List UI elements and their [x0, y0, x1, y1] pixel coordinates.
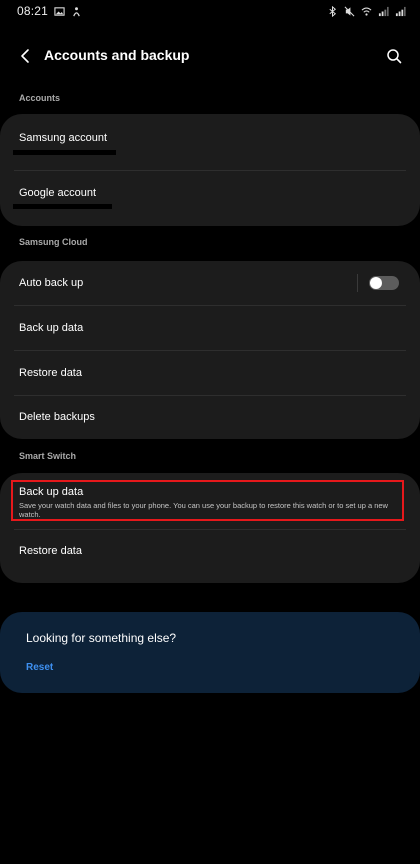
- cloud-restore-data-label: Restore data: [19, 367, 82, 379]
- smart-switch-back-up-data-item[interactable]: Back up data Save your watch data and fi…: [0, 473, 420, 529]
- back-button[interactable]: [13, 44, 37, 68]
- delete-backups-label: Delete backups: [19, 411, 95, 423]
- google-account-label: Google account: [19, 187, 97, 199]
- reset-link[interactable]: Reset: [26, 662, 53, 673]
- toggle-knob: [370, 277, 382, 289]
- notification-icon: [71, 6, 82, 17]
- smart-switch-restore-data-item[interactable]: Restore data: [0, 530, 420, 583]
- toggle-divider: [357, 274, 358, 292]
- section-header-smart-switch: Smart Switch: [19, 451, 77, 461]
- smart-switch-card: Back up data Save your watch data and fi…: [0, 473, 420, 583]
- status-bar: 08:21: [0, 0, 420, 22]
- redacted-email: [13, 150, 116, 155]
- highlight-box: [11, 480, 404, 521]
- samsung-cloud-card: Auto back up Back up data Restore data D…: [0, 261, 420, 439]
- bluetooth-icon: [327, 5, 338, 17]
- cloud-restore-data-item[interactable]: Restore data: [0, 351, 420, 395]
- search-button[interactable]: [382, 44, 406, 68]
- samsung-account-label: Samsung account: [19, 132, 108, 144]
- google-account-item[interactable]: Google account: [0, 170, 420, 226]
- section-header-samsung-cloud: Samsung Cloud: [19, 237, 88, 247]
- auto-back-up-label: Auto back up: [19, 277, 84, 289]
- wifi-icon: [361, 6, 372, 17]
- suggestion-card: Looking for something else? Reset: [0, 612, 420, 693]
- mute-icon: [344, 6, 355, 17]
- cloud-back-up-data-label: Back up data: [19, 322, 84, 334]
- smart-switch-restore-data-label: Restore data: [19, 545, 82, 557]
- gallery-icon: [54, 6, 65, 17]
- signal-icon-2: [395, 6, 406, 17]
- cloud-back-up-data-item[interactable]: Back up data: [0, 306, 420, 350]
- status-time: 08:21: [17, 4, 49, 18]
- status-right: [327, 5, 406, 17]
- search-icon: [386, 48, 402, 64]
- status-left: 08:21: [17, 4, 82, 18]
- section-header-accounts: Accounts: [19, 93, 61, 103]
- auto-back-up-item[interactable]: Auto back up: [0, 261, 420, 305]
- app-bar: Accounts and backup: [0, 38, 420, 74]
- signal-icon: [378, 6, 389, 17]
- suggestion-title: Looking for something else?: [26, 631, 177, 645]
- page-title: Accounts and backup: [44, 47, 190, 63]
- auto-back-up-toggle[interactable]: [369, 276, 399, 290]
- back-arrow-icon: [17, 48, 33, 64]
- samsung-account-item[interactable]: Samsung account: [0, 114, 420, 170]
- delete-backups-item[interactable]: Delete backups: [0, 396, 420, 439]
- accounts-card: Samsung account Google account: [0, 114, 420, 226]
- redacted-email: [13, 204, 112, 209]
